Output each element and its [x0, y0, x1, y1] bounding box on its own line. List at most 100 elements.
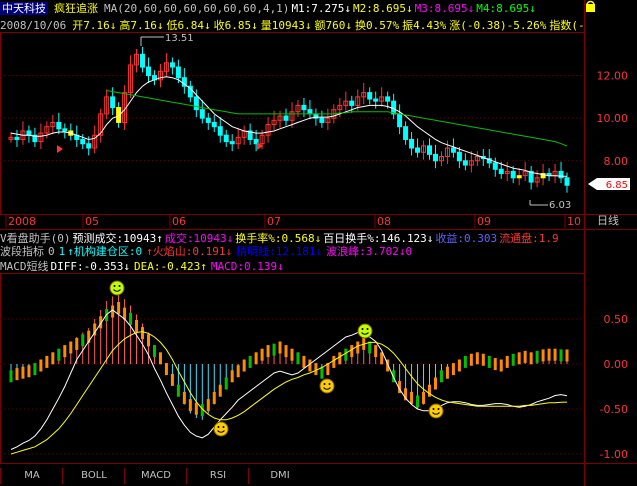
x-tick-label: 2008 — [8, 215, 36, 228]
macd-candle — [529, 352, 533, 365]
price-tag-value: 6.85 — [606, 180, 628, 191]
smiley-eye — [437, 408, 440, 410]
macd-candle — [344, 348, 348, 361]
macd-candle — [481, 353, 485, 366]
tab-rsi[interactable]: RSI — [186, 468, 249, 484]
macd-candle — [314, 363, 318, 376]
annotations: 13.51 6.03 — [140, 33, 571, 211]
macd-candle — [559, 349, 563, 362]
band-indicator-bar: 波段指标 0 1 ↑机构建仓区:0 ↑火焰山:0.191↓ 精明线:12.181↓ 波浪峰:… — [0, 243, 637, 258]
stock-name[interactable]: 中天科技 — [0, 2, 48, 15]
tab-macd[interactable]: MACD — [124, 468, 187, 484]
macd-candle — [547, 348, 551, 361]
macd-ytick-label: -1.00 — [600, 448, 628, 461]
candle-body — [498, 168, 504, 175]
candlestick-series — [8, 46, 570, 193]
macd-label[interactable]: MACD短线 — [0, 260, 49, 273]
indicator-name: 疯狂追涨 — [54, 2, 98, 15]
price-ytick-label: 8.00 — [604, 155, 629, 168]
dea-value: DEA:-0.423↑ — [133, 260, 207, 273]
macd-candle — [9, 370, 13, 383]
macd-candle — [117, 301, 121, 314]
macd-candle — [439, 370, 443, 383]
macd-candle — [81, 334, 85, 347]
smiley-icon — [109, 280, 125, 296]
macd-candle — [135, 319, 139, 332]
smiley-icon — [428, 403, 444, 419]
macd-candle — [63, 345, 67, 358]
macd-candle — [69, 341, 73, 354]
macd-candle — [350, 345, 354, 358]
smiley-face — [357, 323, 373, 339]
tab-ma[interactable]: MA — [0, 468, 63, 484]
smiley-icon — [357, 323, 373, 339]
candle-body — [564, 177, 570, 186]
macd-candle — [338, 352, 342, 365]
price-ytick-label: 12.00 — [597, 70, 629, 83]
macd-candle — [356, 341, 360, 354]
smart-line: 精明线:12.181↓ — [236, 245, 323, 258]
smiley-face — [428, 403, 444, 419]
macd-candle — [523, 350, 527, 363]
macd-histogram — [9, 292, 569, 420]
smiley-eye — [366, 328, 369, 330]
macd-candle — [194, 402, 198, 415]
tab-boll[interactable]: BOLL — [62, 468, 125, 484]
macd-candle — [493, 358, 497, 371]
candle-body — [462, 160, 468, 166]
candle-body — [450, 147, 456, 153]
macd-candle — [164, 363, 168, 376]
candle-body — [80, 138, 86, 145]
macd-ytick-label: 0.00 — [604, 358, 629, 371]
macd-candle — [410, 391, 414, 404]
turnover-value: 换0.57% — [354, 19, 400, 32]
amplitude-value: 振4.43% — [402, 19, 447, 32]
smiley-eye — [217, 426, 220, 428]
x-tick-label: 09 — [477, 215, 491, 228]
candle-body — [432, 153, 438, 162]
high-value: 高7.16↓ — [119, 19, 164, 32]
candle-body — [229, 141, 235, 145]
candle-body — [62, 128, 68, 132]
band-zero: 0 — [48, 245, 55, 258]
macd-candle — [51, 352, 55, 365]
smiley-icon — [319, 378, 335, 394]
candle-body — [349, 100, 355, 106]
candle-body — [199, 109, 205, 119]
macd-candle — [451, 363, 455, 376]
candle-body — [169, 62, 175, 68]
macd-ytick-label: 0.50 — [604, 313, 629, 326]
candle-body — [516, 175, 522, 179]
x-tick-label: 06 — [172, 215, 186, 228]
candle-body — [283, 115, 289, 121]
m1-value: M1:7.275↓ — [291, 2, 352, 15]
macd-candle — [290, 348, 294, 361]
macd-candle — [553, 348, 557, 361]
candle-body — [301, 104, 307, 111]
candle-body — [14, 136, 20, 140]
macd-candle — [505, 355, 509, 368]
macd-candle — [170, 373, 174, 386]
inst-build-zone: ↑机构建仓区:0 — [67, 245, 143, 258]
candle-body — [146, 66, 151, 77]
macd-candle — [368, 341, 372, 354]
macd-candle — [499, 359, 503, 372]
candle-body — [409, 138, 415, 149]
smiley-face — [319, 378, 335, 394]
macd-candle — [278, 341, 282, 354]
macd-candle — [284, 345, 288, 358]
candle-body — [217, 126, 223, 136]
macd-candle — [27, 365, 31, 378]
band-label[interactable]: 波段指标 — [0, 245, 44, 258]
candle-body — [86, 143, 92, 149]
m3-value: M3:8.695↓ — [414, 2, 475, 15]
macd-candle — [308, 359, 312, 372]
macd-ytick-label: -0.50 — [600, 403, 628, 416]
macd-candle — [111, 305, 115, 318]
candle-body — [193, 96, 199, 111]
candle-body — [456, 151, 462, 162]
macd-candle — [242, 359, 246, 372]
macd-candle — [176, 384, 180, 397]
tab-dmi[interactable]: DMI — [248, 468, 311, 484]
x-tick-label: 05 — [85, 215, 99, 228]
